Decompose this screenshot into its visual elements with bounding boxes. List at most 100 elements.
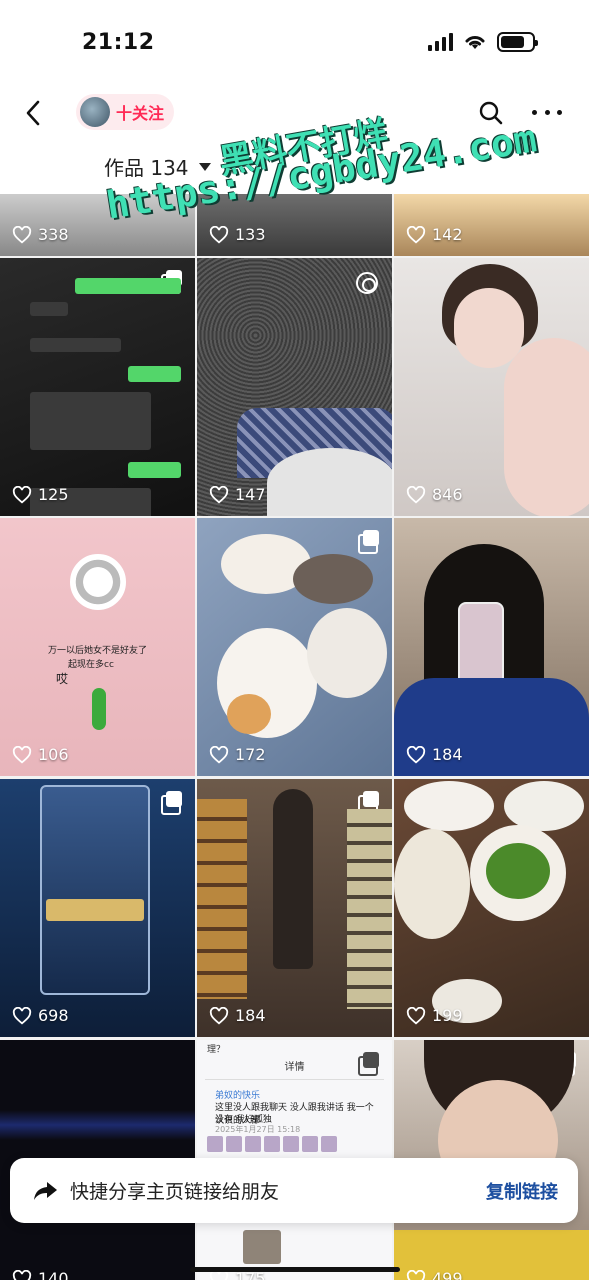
post-tile[interactable]: 万一以后她女不是好友了 起现在多cc 哎 106 — [0, 518, 195, 776]
heart-icon — [406, 485, 426, 504]
post-tile[interactable]: 125 — [0, 258, 195, 516]
shoulder — [504, 338, 589, 516]
game-banner — [46, 899, 144, 921]
post-tile[interactable]: 199 — [394, 779, 589, 1037]
cat — [293, 554, 373, 604]
cactus-sticker — [92, 688, 106, 730]
pink-tile-caption: 万一以后她女不是好友了 起现在多cc 哎 — [48, 644, 147, 686]
dot-icon — [544, 109, 550, 115]
like-count: 698 — [12, 1006, 69, 1025]
status-bar: 21:12 — [0, 0, 589, 86]
store-shelf — [197, 799, 247, 999]
heart-icon — [12, 485, 32, 504]
like-count: 172 — [209, 745, 266, 764]
home-indicator[interactable] — [190, 1267, 400, 1272]
back-button[interactable] — [24, 96, 54, 130]
heart-icon — [209, 485, 229, 504]
doc-top-text: 理？ — [207, 1045, 226, 1055]
like-count-text: 106 — [38, 745, 69, 764]
like-count: 846 — [406, 485, 463, 504]
like-count-text: 338 — [38, 225, 69, 244]
caption-line: 万一以后她女不是好友了 — [48, 646, 148, 656]
like-count-text: 125 — [38, 485, 69, 504]
heart-icon — [406, 745, 426, 764]
like-count-text: 142 — [432, 225, 463, 244]
post-tile[interactable]: 172 — [197, 518, 392, 776]
face — [454, 288, 524, 368]
heart-icon — [209, 745, 229, 764]
chevron-left-icon — [26, 100, 40, 126]
follow-label: 十关注 — [116, 104, 165, 123]
person — [273, 789, 313, 969]
copy-link-button[interactable]: 复制链接 — [486, 1178, 558, 1204]
doc-thumbnails — [207, 1136, 337, 1152]
like-count: 147 — [209, 485, 266, 504]
like-count-text: 147 — [235, 485, 266, 504]
chat-screenshot — [30, 278, 181, 516]
cat — [227, 694, 271, 734]
like-count-text: 184 — [235, 1006, 266, 1025]
share-text: 快捷分享主页链接给朋友 — [70, 1181, 280, 1203]
like-count: 133 — [209, 225, 266, 244]
heart-icon — [406, 225, 426, 244]
plate — [404, 781, 494, 831]
like-count: 199 — [406, 1006, 463, 1025]
wifi-icon — [465, 36, 485, 49]
post-tile[interactable]: 698 — [0, 779, 195, 1037]
post-tile[interactable]: 846 — [394, 258, 589, 516]
green-beans — [486, 843, 550, 899]
plate — [394, 829, 470, 939]
multi-image-icon — [358, 530, 380, 554]
like-count: 184 — [406, 745, 463, 764]
caption-line: 起现在多cc — [68, 660, 114, 670]
dot-icon — [557, 109, 562, 115]
heart-icon — [12, 225, 32, 244]
heart-icon — [406, 1006, 426, 1025]
heart-icon — [12, 1006, 32, 1025]
like-count-text: 172 — [235, 745, 266, 764]
like-count: 106 — [12, 745, 69, 764]
post-tile[interactable]: 184 — [394, 518, 589, 776]
blue-haze — [0, 1110, 195, 1140]
heart-icon — [209, 225, 229, 244]
doc-date: 2025年1月27日 15:18 — [215, 1125, 301, 1134]
avatar — [70, 554, 126, 610]
battery-icon — [497, 32, 538, 52]
like-count-text: 133 — [235, 225, 266, 244]
white-coat — [267, 448, 392, 516]
heart-icon — [209, 1006, 229, 1025]
plate — [504, 781, 584, 831]
post-tile[interactable]: 147 — [197, 258, 392, 516]
like-count-text: 846 — [432, 485, 463, 504]
like-count: 140 — [12, 1269, 69, 1280]
multi-image-icon — [161, 791, 183, 815]
like-count: 338 — [12, 225, 69, 244]
post-tile[interactable]: 184 — [197, 779, 392, 1037]
post-grid: 338 133 142 125 147 846 万一以后她女不是好友了 起现在多… — [0, 194, 589, 1280]
doc-photo — [243, 1230, 281, 1264]
like-count-text: 499 — [432, 1269, 463, 1280]
heart-icon — [12, 1269, 32, 1280]
like-count-text: 698 — [38, 1006, 69, 1025]
share-arrow-icon — [34, 1181, 57, 1200]
doc-header: 详情 — [205, 1058, 384, 1080]
like-count: 499 — [406, 1269, 463, 1280]
status-time: 21:12 — [82, 30, 155, 55]
dot-icon — [532, 109, 537, 115]
game-card — [40, 785, 150, 995]
heart-icon — [406, 1269, 426, 1280]
like-count-text: 199 — [432, 1006, 463, 1025]
live-photo-icon — [356, 272, 378, 294]
avatar — [80, 97, 110, 127]
like-count-text: 184 — [432, 745, 463, 764]
cat — [307, 608, 387, 698]
follow-button[interactable]: 十关注 — [76, 94, 175, 130]
share-banner: 快捷分享主页链接给朋友 复制链接 — [10, 1158, 578, 1223]
post-tile[interactable]: 142 — [394, 194, 589, 256]
store-shelf — [347, 809, 392, 1009]
status-icons — [428, 32, 538, 52]
like-count-text: 140 — [38, 1269, 69, 1280]
caption-line: 哎 — [56, 672, 69, 686]
like-count: 184 — [209, 1006, 266, 1025]
more-options-button[interactable] — [532, 102, 562, 122]
